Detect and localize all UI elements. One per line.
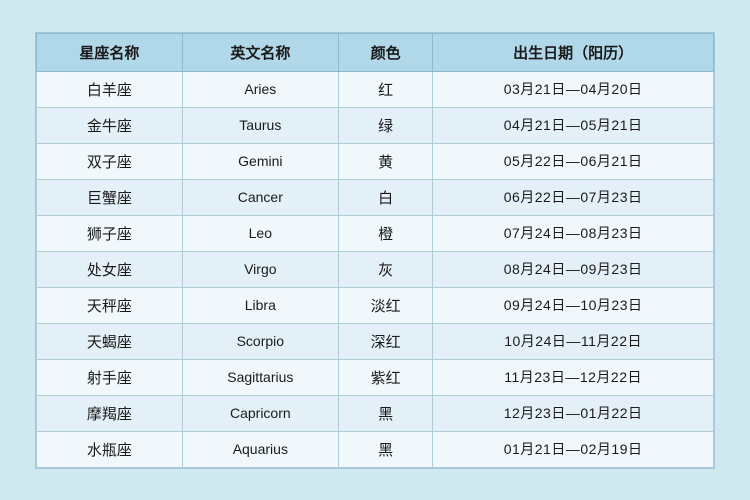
zodiac-table: 星座名称 英文名称 颜色 出生日期（阳历） 白羊座Aries红03月21日—04… <box>36 33 714 468</box>
cell-dates: 09月24日—10月23日 <box>433 287 714 323</box>
cell-color: 橙 <box>338 215 432 251</box>
cell-english-name: Aquarius <box>182 431 338 467</box>
zodiac-table-container: 星座名称 英文名称 颜色 出生日期（阳历） 白羊座Aries红03月21日—04… <box>35 32 715 469</box>
cell-dates: 10月24日—11月22日 <box>433 323 714 359</box>
table-row: 双子座Gemini黄05月22日—06月21日 <box>37 143 714 179</box>
cell-english-name: Leo <box>182 215 338 251</box>
cell-color: 紫红 <box>338 359 432 395</box>
cell-color: 黄 <box>338 143 432 179</box>
cell-chinese-name: 狮子座 <box>37 215 183 251</box>
cell-chinese-name: 射手座 <box>37 359 183 395</box>
table-row: 白羊座Aries红03月21日—04月20日 <box>37 71 714 107</box>
cell-english-name: Sagittarius <box>182 359 338 395</box>
cell-chinese-name: 水瓶座 <box>37 431 183 467</box>
cell-chinese-name: 白羊座 <box>37 71 183 107</box>
cell-english-name: Capricorn <box>182 395 338 431</box>
header-dates: 出生日期（阳历） <box>433 33 714 71</box>
header-chinese-name: 星座名称 <box>37 33 183 71</box>
cell-dates: 03月21日—04月20日 <box>433 71 714 107</box>
cell-chinese-name: 巨蟹座 <box>37 179 183 215</box>
cell-english-name: Aries <box>182 71 338 107</box>
table-row: 处女座Virgo灰08月24日—09月23日 <box>37 251 714 287</box>
table-row: 巨蟹座Cancer白06月22日—07月23日 <box>37 179 714 215</box>
header-color: 颜色 <box>338 33 432 71</box>
table-row: 水瓶座Aquarius黑01月21日—02月19日 <box>37 431 714 467</box>
cell-english-name: Taurus <box>182 107 338 143</box>
cell-dates: 04月21日—05月21日 <box>433 107 714 143</box>
cell-color: 灰 <box>338 251 432 287</box>
cell-english-name: Gemini <box>182 143 338 179</box>
cell-color: 淡红 <box>338 287 432 323</box>
cell-chinese-name: 金牛座 <box>37 107 183 143</box>
cell-color: 绿 <box>338 107 432 143</box>
cell-color: 黑 <box>338 395 432 431</box>
cell-dates: 08月24日—09月23日 <box>433 251 714 287</box>
cell-english-name: Virgo <box>182 251 338 287</box>
cell-chinese-name: 双子座 <box>37 143 183 179</box>
cell-english-name: Libra <box>182 287 338 323</box>
cell-dates: 06月22日—07月23日 <box>433 179 714 215</box>
cell-color: 黑 <box>338 431 432 467</box>
header-english-name: 英文名称 <box>182 33 338 71</box>
cell-chinese-name: 天蝎座 <box>37 323 183 359</box>
cell-english-name: Scorpio <box>182 323 338 359</box>
table-row: 金牛座Taurus绿04月21日—05月21日 <box>37 107 714 143</box>
cell-color: 深红 <box>338 323 432 359</box>
cell-color: 白 <box>338 179 432 215</box>
cell-dates: 07月24日—08月23日 <box>433 215 714 251</box>
cell-color: 红 <box>338 71 432 107</box>
cell-dates: 12月23日—01月22日 <box>433 395 714 431</box>
table-row: 摩羯座Capricorn黑12月23日—01月22日 <box>37 395 714 431</box>
cell-dates: 01月21日—02月19日 <box>433 431 714 467</box>
cell-english-name: Cancer <box>182 179 338 215</box>
table-row: 射手座Sagittarius紫红11月23日—12月22日 <box>37 359 714 395</box>
table-row: 天蝎座Scorpio深红10月24日—11月22日 <box>37 323 714 359</box>
cell-chinese-name: 天秤座 <box>37 287 183 323</box>
cell-chinese-name: 摩羯座 <box>37 395 183 431</box>
table-header-row: 星座名称 英文名称 颜色 出生日期（阳历） <box>37 33 714 71</box>
cell-dates: 11月23日—12月22日 <box>433 359 714 395</box>
cell-chinese-name: 处女座 <box>37 251 183 287</box>
table-row: 天秤座Libra淡红09月24日—10月23日 <box>37 287 714 323</box>
table-row: 狮子座Leo橙07月24日—08月23日 <box>37 215 714 251</box>
cell-dates: 05月22日—06月21日 <box>433 143 714 179</box>
